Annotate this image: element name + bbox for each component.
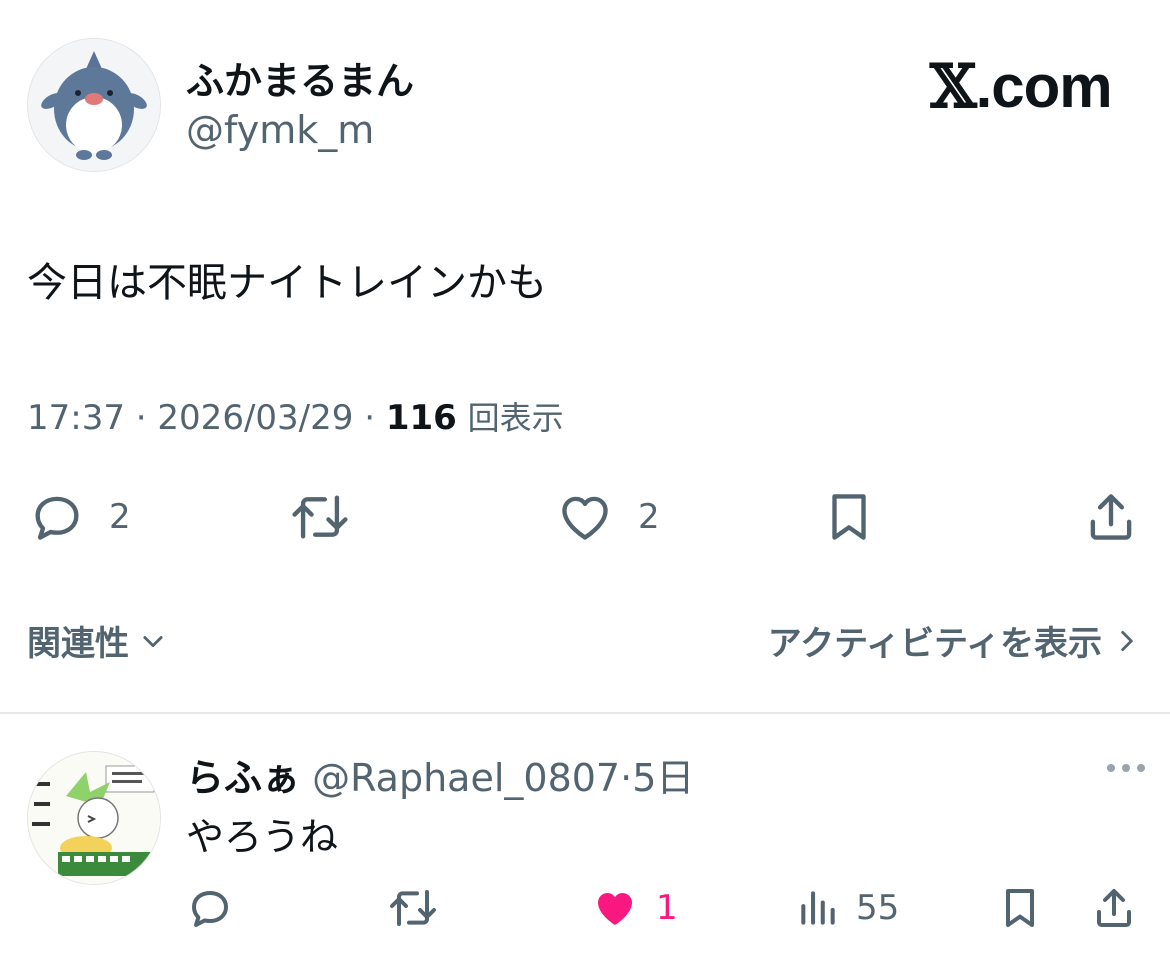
analytics-icon	[801, 891, 835, 925]
retweet-icon	[390, 890, 436, 926]
more-options-button[interactable]	[1104, 760, 1148, 780]
tweet-text: 今日は不眠ナイトレインかも	[27, 260, 547, 306]
tweet-date[interactable]: 2026/03/29	[157, 398, 353, 438]
reply-avatar[interactable]	[27, 751, 161, 885]
author-name[interactable]: ふかまるまん	[186, 50, 414, 105]
heart-filled-icon	[598, 893, 632, 925]
reply-views-button[interactable]: 55	[796, 884, 899, 932]
reply-button[interactable]: 2	[27, 488, 131, 546]
chevron-right-icon	[1121, 630, 1133, 651]
retweet-button[interactable]	[288, 488, 352, 546]
reply-view-count: 55	[856, 888, 900, 928]
view-count: 116	[385, 398, 457, 438]
activity-label: アクティビティを表示	[767, 624, 1102, 664]
reply-time[interactable]: ·5日	[620, 756, 694, 800]
like-button[interactable]: 2	[554, 488, 660, 546]
bookmark-button[interactable]	[820, 488, 878, 546]
reply-header: らふぁ @Raphael_0807·5日	[186, 747, 694, 802]
reply-icon	[192, 891, 228, 927]
tweet-meta: 17:37 · 2026/03/29 · 116 回表示	[27, 398, 564, 438]
reply-author-handle[interactable]: @Raphael_0807	[312, 756, 620, 800]
share-icon	[1090, 494, 1132, 540]
reply-retweet-button[interactable]	[386, 884, 440, 932]
reply-reply-button[interactable]	[186, 884, 234, 932]
reply-count: 2	[109, 497, 131, 537]
author-handle[interactable]: @fymk_m	[186, 108, 374, 152]
view-activity-link[interactable]: アクティビティを表示	[768, 616, 1140, 665]
reply-share-button[interactable]	[1090, 884, 1138, 932]
more-dots-icon	[1107, 764, 1145, 772]
reply-icon	[35, 496, 79, 540]
shark-mascot-icon	[28, 39, 160, 171]
relevance-sort-dropdown[interactable]: 関連性	[27, 616, 167, 665]
share-icon	[1097, 889, 1131, 927]
reply-author-name[interactable]: らふぁ	[186, 756, 300, 800]
share-button[interactable]	[1082, 488, 1140, 546]
relevance-label: 関連性	[27, 624, 129, 664]
reply-like-button[interactable]: 1	[590, 884, 678, 932]
bookmark-icon	[1006, 889, 1034, 927]
view-label: 回表示	[467, 399, 564, 437]
author-avatar[interactable]	[27, 38, 161, 172]
like-count: 2	[638, 497, 660, 537]
character-illustration-icon	[28, 752, 160, 884]
x-com-logo: 𝕏.com	[930, 52, 1113, 122]
bookmark-icon	[832, 494, 866, 540]
retweet-icon	[292, 495, 348, 539]
divider	[0, 712, 1170, 714]
chevron-down-icon	[143, 635, 163, 647]
reply-like-count: 1	[656, 888, 678, 928]
heart-outline-icon	[562, 496, 608, 540]
reply-text: やろうね	[186, 815, 339, 859]
tweet-time[interactable]: 17:37	[27, 398, 125, 438]
reply-bookmark-button[interactable]	[996, 884, 1044, 932]
